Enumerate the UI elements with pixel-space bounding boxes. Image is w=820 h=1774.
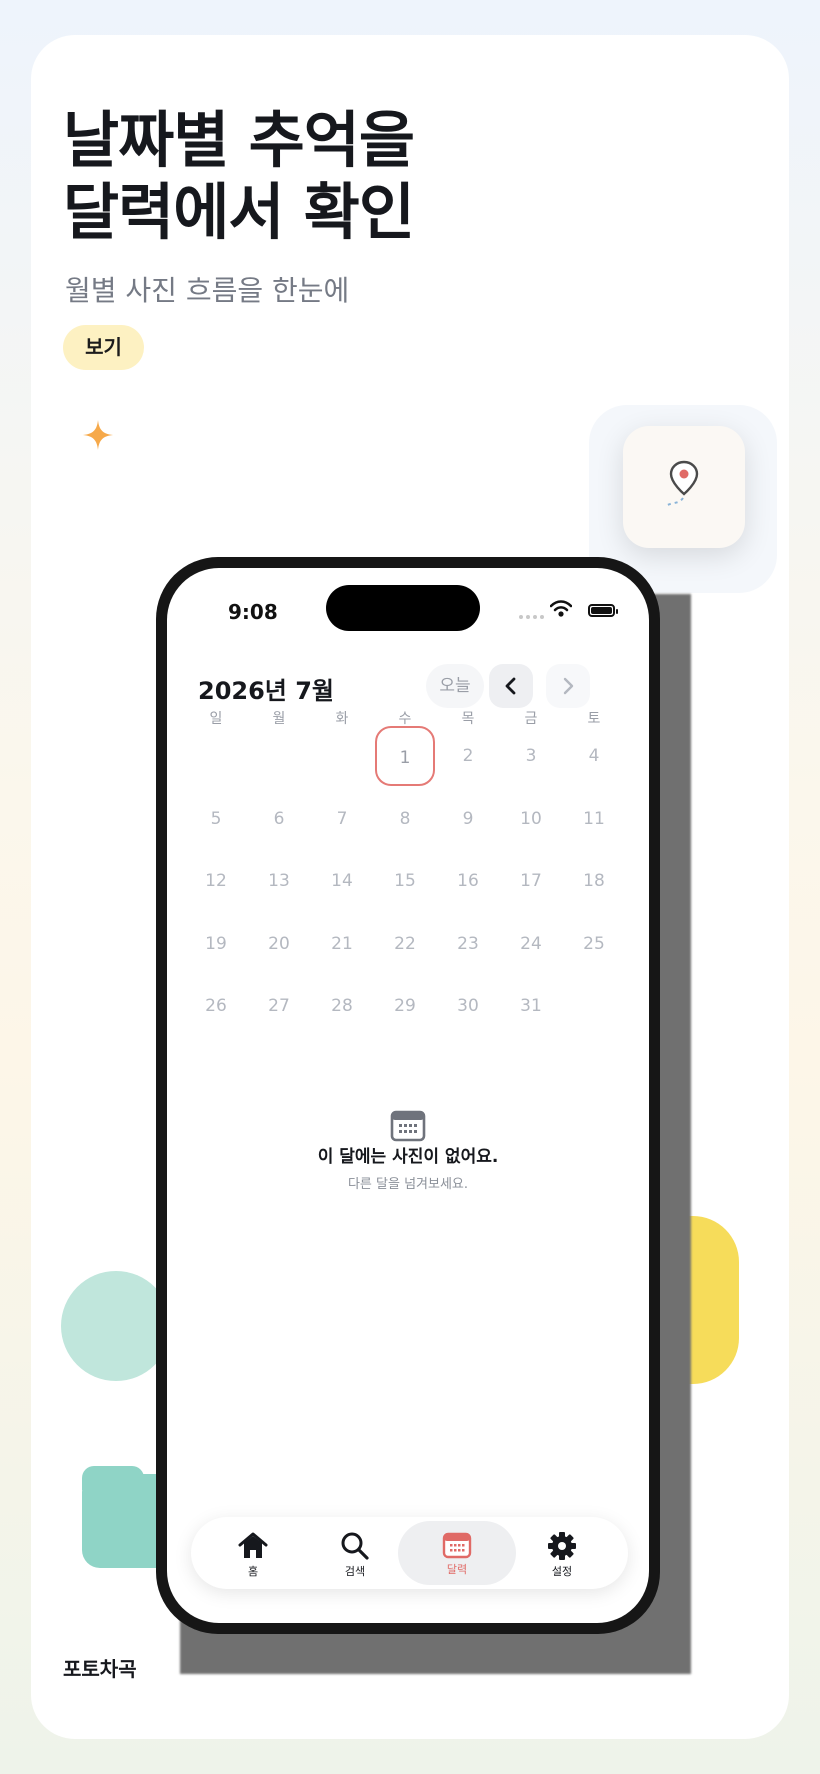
calendar-day[interactable]: 11	[566, 791, 622, 847]
calendar-day[interactable]: 17	[503, 853, 559, 909]
calendar-day[interactable]: 20	[251, 916, 307, 972]
calendar-day[interactable]: 13	[251, 853, 307, 909]
map-pin-tile	[623, 426, 745, 548]
calendar-day[interactable]: 6	[251, 791, 307, 847]
calendar-day[interactable]: 16	[440, 853, 496, 909]
calendar-grid: 1 2 3 4 5 6 7 8 9 10 11 12 13 14 15 16 17 18 19 20 21 22 23 24 2…	[188, 726, 628, 1016]
headline-line-1: 날짜별 추억을	[63, 105, 415, 176]
chevron-right-icon	[563, 677, 574, 695]
calendar-day[interactable]: 27	[251, 978, 307, 1034]
page-title: 날짜별 추억을 달력에서 확인	[63, 105, 415, 249]
tab-home-label: 홈	[247, 1565, 259, 1578]
calendar-day[interactable]: 29	[377, 978, 433, 1034]
weekday-label: 일	[209, 711, 223, 727]
calendar-day[interactable]: 4	[566, 728, 622, 784]
headline-line-2: 달력에서 확인	[63, 177, 415, 248]
calendar-day[interactable]: 14	[314, 853, 370, 909]
calendar-day[interactable]: 12	[188, 853, 244, 909]
phone-screen: 9:08 2026년 7월 오늘 일 월 화 수 목 금 토 1 2 3 4 5…	[167, 568, 649, 1623]
calendar-day[interactable]: 23	[440, 916, 496, 972]
calendar-icon	[442, 1532, 472, 1559]
tab-settings[interactable]: 설정	[512, 1521, 612, 1585]
decorative-circle	[61, 1271, 171, 1381]
calendar-day[interactable]: 26	[188, 978, 244, 1034]
calendar-empty-icon	[390, 1110, 426, 1142]
weekday-label: 화	[335, 711, 349, 727]
tab-calendar-label: 달력	[446, 1563, 468, 1576]
chevron-left-icon	[505, 677, 516, 695]
sparkle-icon	[83, 420, 113, 450]
calendar-day[interactable]: 15	[377, 853, 433, 909]
tab-bar: 홈 검색 달력 설정	[191, 1517, 628, 1589]
tab-settings-label: 설정	[551, 1565, 573, 1578]
prev-month-button[interactable]	[489, 664, 533, 708]
calendar-day[interactable]: 19	[188, 916, 244, 972]
search-icon	[341, 1532, 369, 1560]
wifi-icon	[550, 600, 572, 617]
calendar-day[interactable]: 28	[314, 978, 370, 1034]
month-title: 2026년 7월	[198, 677, 335, 705]
calendar-day[interactable]: 21	[314, 916, 370, 972]
page-subtitle: 월별 사진 흐름을 한눈에	[65, 274, 350, 307]
battery-icon	[588, 604, 618, 617]
calendar-day[interactable]: 10	[503, 791, 559, 847]
tab-home[interactable]: 홈	[203, 1521, 303, 1585]
tab-search-label: 검색	[344, 1565, 366, 1578]
phone-frame: 9:08 2026년 7월 오늘 일 월 화 수 목 금 토 1 2 3 4 5…	[156, 557, 660, 1634]
next-month-button[interactable]	[546, 664, 590, 708]
view-pill-button[interactable]: 보기	[63, 325, 144, 370]
calendar-day[interactable]: 30	[440, 978, 496, 1034]
dynamic-island	[326, 585, 480, 631]
weekday-label: 수	[398, 711, 412, 727]
calendar-day[interactable]: 8	[377, 791, 433, 847]
calendar-day[interactable]: 18	[566, 853, 622, 909]
calendar-day[interactable]: 5	[188, 791, 244, 847]
calendar-day[interactable]: 22	[377, 916, 433, 972]
calendar-day[interactable]: 24	[503, 916, 559, 972]
today-button[interactable]: 오늘	[426, 664, 484, 708]
calendar-day[interactable]: 3	[503, 728, 559, 784]
promo-card: 날짜별 추억을 달력에서 확인 월별 사진 흐름을 한눈에 보기 9:08 20…	[31, 35, 789, 1739]
weekday-label: 목	[461, 711, 475, 727]
calendar-day[interactable]: 25	[566, 916, 622, 972]
weekday-label: 월	[272, 711, 286, 727]
signal-icon	[519, 615, 544, 619]
tab-search[interactable]: 검색	[305, 1521, 405, 1585]
empty-state-subtitle: 다른 달을 넘겨보세요.	[347, 1177, 469, 1192]
status-time: 9:08	[228, 600, 278, 624]
weekday-label: 토	[587, 711, 601, 727]
weekday-label: 금	[524, 711, 538, 727]
tab-calendar[interactable]: 달력	[398, 1521, 516, 1585]
brand-name: 포토차곡	[63, 1657, 137, 1681]
calendar-day[interactable]: 9	[440, 791, 496, 847]
calendar-day[interactable]: 31	[503, 978, 559, 1034]
calendar-day-today[interactable]: 1	[375, 726, 435, 786]
gear-icon	[548, 1532, 576, 1560]
home-icon	[238, 1532, 268, 1558]
calendar-day[interactable]: 7	[314, 791, 370, 847]
calendar-day[interactable]: 2	[440, 728, 496, 784]
map-pin-icon	[664, 460, 699, 507]
empty-state-title: 이 달에는 사진이 없어요.	[317, 1147, 499, 1167]
